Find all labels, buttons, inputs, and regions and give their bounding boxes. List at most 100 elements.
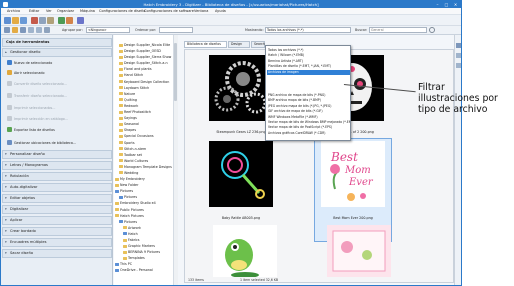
tool-print-catalog[interactable]: Imprimir selección en catálogo... — [5, 115, 110, 123]
copy-icon[interactable] — [39, 17, 46, 24]
file-type-option[interactable]: Todos los archivos (*.*) — [267, 48, 350, 53]
order-by-select[interactable] — [159, 27, 193, 33]
section-encuadres-multiples[interactable]: ▾ Encuadres múltiples — [2, 238, 112, 247]
menu-editar[interactable]: Editar — [29, 9, 39, 13]
tool-convert-selected[interactable]: Convertir diseño seleccionado... — [5, 80, 110, 88]
tree-node-label: Hatch Pictures — [120, 213, 144, 218]
library-folder-icon — [123, 232, 127, 236]
new-file-icon[interactable] — [4, 17, 11, 24]
chevron-down-icon: ▾ — [5, 229, 7, 233]
file-type-option[interactable]: JPEG archivo mapa de bits (*.JPG, *.JPEG… — [267, 104, 350, 109]
close-button[interactable]: ✕ — [451, 1, 460, 8]
save-icon[interactable] — [20, 17, 27, 24]
tool-new-from-selected[interactable]: Nuevo de seleccionado — [5, 59, 110, 67]
machine-icon[interactable] — [77, 17, 84, 24]
tab-search[interactable]: Search — [251, 41, 265, 48]
section-crear-bordado[interactable]: ▾ Crear bordado — [2, 227, 112, 236]
tool-label: Exportar lista de diseños — [14, 128, 55, 132]
group-by-select[interactable]: <Ninguno> — [86, 27, 130, 33]
file-type-option[interactable]: Bernina Artista (*.ART) — [267, 59, 350, 64]
tab-design-library[interactable]: Biblioteca de diseños — [184, 41, 227, 48]
tool-transfer-selected[interactable]: Transferir diseño seleccionado... — [5, 92, 110, 100]
section-aplicar[interactable]: ▾ Aplicar — [2, 216, 112, 225]
tree-node-label: World Cultures — [124, 158, 149, 163]
export-icon[interactable] — [66, 17, 73, 24]
details-icon[interactable] — [20, 27, 26, 33]
design-thumbnail-card[interactable] — [327, 225, 391, 277]
print-icon[interactable] — [58, 17, 65, 24]
search-input[interactable]: General — [369, 27, 427, 33]
design-thumbnail-rattle[interactable] — [209, 141, 273, 207]
tree-node-label: Monogram Template Designs — [124, 164, 172, 169]
section-rotulacion[interactable]: ▾ Rotulación — [2, 172, 112, 181]
section-sacar-diseno[interactable]: ▾ Sacar diseño — [2, 249, 112, 258]
menu-config-software[interactable]: Configuraciones de software — [144, 9, 194, 13]
minimize-button[interactable]: – — [433, 1, 442, 8]
menu-config-diseno[interactable]: Configuraciones de diseño — [99, 9, 145, 13]
folder-icon — [119, 104, 123, 108]
docker-tab-icon[interactable] — [456, 53, 461, 58]
chevron-down-icon: ▾ — [5, 240, 7, 244]
file-type-option[interactable]: Vector mapa de bits de Windows BMP mejor… — [267, 120, 350, 125]
tree-node-label: This PC — [120, 262, 133, 267]
menu-organizar[interactable]: Organizar — [57, 9, 74, 13]
folder-icon — [115, 183, 119, 187]
docker-tab-icon[interactable] — [456, 43, 461, 48]
tab-design[interactable]: Design — [228, 41, 250, 48]
large-icon-view-icon[interactable] — [36, 27, 42, 33]
tool-export-design-list[interactable]: Exportar lista de diseños — [5, 126, 110, 134]
tool-manage-library[interactable]: Gestionar ubicaciones de biblioteca... — [5, 139, 110, 147]
tool-open-selected[interactable]: Abrir seleccionado — [5, 69, 110, 77]
tree-node[interactable]: Keyboard Design Collection — [115, 79, 175, 85]
gears-artwork — [214, 61, 267, 114]
folder-icon — [119, 159, 123, 163]
section-digitalizar[interactable]: ▾ Digitalizar — [2, 205, 112, 214]
tree-node-label: Design Supplier_Nicola Elite — [124, 43, 171, 47]
menu-archivo[interactable]: Archivo — [7, 9, 20, 13]
design-thumbnail-gears[interactable] — [209, 55, 273, 121]
menu-ver[interactable]: Ver — [46, 9, 52, 13]
tree-node-label: Design Supplier_Sierra Show — [124, 55, 172, 60]
design-thumbnail-best-mom[interactable]: Best Mom Ever — [321, 141, 385, 207]
file-type-option[interactable]: WMF Windows MetaFile (*.WMF) — [267, 115, 350, 120]
file-type-option[interactable]: Vector mapa de bits de PostScript (*.EPS… — [267, 125, 350, 130]
section-personalizar-diseno[interactable]: ▾ Personalizar diseño — [2, 150, 112, 159]
file-type-option[interactable]: Plantillas de diseño (*.EMT, *.JAN, *.EM… — [267, 64, 350, 69]
file-type-option[interactable]: Archivos de imagen — [267, 69, 350, 75]
list-view-icon[interactable] — [4, 27, 10, 33]
section-letras-monogramas[interactable]: ▾ Letras / Monogramas — [2, 161, 112, 170]
tool-print-selected[interactable]: Imprimir seleccionados... — [5, 104, 110, 112]
section-auto-digitalizar[interactable]: ▾ Auto-digitalizar — [2, 183, 112, 192]
group-by-label: Agrupar por: — [62, 28, 83, 32]
file-type-option[interactable]: BMP archivo mapa de bits (*.BMP) — [267, 98, 350, 103]
folder-view-icon[interactable] — [12, 27, 18, 33]
file-type-filter-select[interactable]: Todos los archivos (*.*) — [265, 27, 351, 33]
callout-line-1: Filtrar — [418, 82, 445, 93]
open-folder-icon[interactable] — [12, 17, 19, 24]
menu-ventana[interactable]: Ventana — [194, 9, 208, 13]
search-icon[interactable] — [429, 27, 435, 33]
section-gestionar-diseno[interactable]: ▴ Gestionar diseño — [2, 48, 112, 57]
tree-scrollbar-thumb[interactable] — [174, 43, 177, 101]
menu-maquina[interactable]: Máquina — [80, 9, 95, 13]
transfer-icon — [7, 93, 12, 98]
section-label: Crear bordado — [10, 229, 36, 233]
cut-icon[interactable] — [31, 17, 38, 24]
folder-tree-list: Design Supplier_Nicola Elite Design Suppl… — [115, 42, 175, 274]
section-editar-objetos[interactable]: ▾ Editar objetos — [2, 194, 112, 203]
design-thumbnail-dino[interactable] — [213, 225, 277, 278]
file-type-option[interactable]: PNG archivo de mapa de bits (*.PNG) — [267, 93, 350, 98]
menu-ayuda[interactable]: Ayuda — [215, 9, 226, 13]
tree-node[interactable]: OneDrive - Personal — [115, 267, 175, 273]
maximize-button[interactable]: □ — [442, 1, 451, 8]
paste-icon[interactable] — [47, 17, 54, 24]
zoom-icon[interactable] — [44, 27, 50, 33]
folder-icon — [119, 153, 123, 157]
file-type-option[interactable]: Hatch / Wilcom (*.EMB) — [267, 53, 350, 58]
tree-node-label: Nature — [124, 91, 136, 96]
file-type-option[interactable]: Archivos gráficos CorelDRAW (*.CDR) — [267, 131, 350, 136]
folder-icon — [119, 55, 123, 59]
thumbnail-icon[interactable] — [28, 27, 34, 33]
file-type-option[interactable]: GIF archivo de mapa de bits (*.GIF) — [267, 109, 350, 114]
docker-tab-icon[interactable] — [456, 63, 461, 68]
